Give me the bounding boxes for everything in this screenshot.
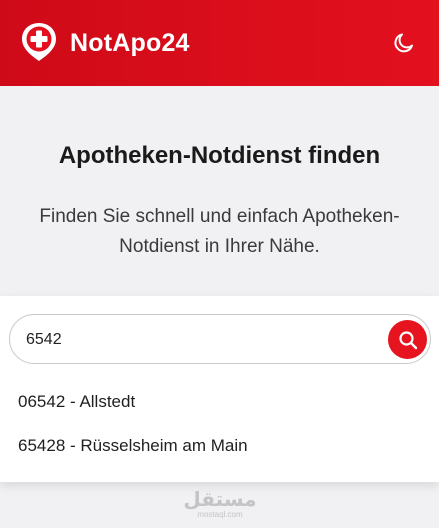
watermark-subtext: mostaql.com [197,510,243,519]
watermark-text: مستقل [183,487,257,511]
hero-section: Apotheken-Notdienst finden Finden Sie sc… [0,86,439,296]
search-button[interactable] [388,320,427,359]
watermark-logo: مستقل mostaql.com [180,488,260,522]
theme-toggle-button[interactable] [390,29,418,57]
page-title: Apotheken-Notdienst finden [58,142,381,169]
suggestion-list: 06542 - Allstedt 65428 - Rüsselsheim am … [0,380,439,468]
search-icon [398,330,417,349]
search-bar [9,314,431,364]
suggestion-item[interactable]: 65428 - Rüsselsheim am Main [0,424,439,468]
moon-icon [394,33,413,53]
page-subtitle: Finden Sie schnell und einfach Apotheken… [39,206,400,257]
brand-name[interactable]: NotApo24 [70,28,190,58]
app-header: NotApo24 [0,0,439,86]
search-input[interactable] [26,327,366,353]
pharmacy-cross-pin-icon[interactable] [20,21,58,63]
suggestion-item[interactable]: 06542 - Allstedt [0,380,439,424]
search-panel: 06542 - Allstedt 65428 - Rüsselsheim am … [0,296,439,482]
